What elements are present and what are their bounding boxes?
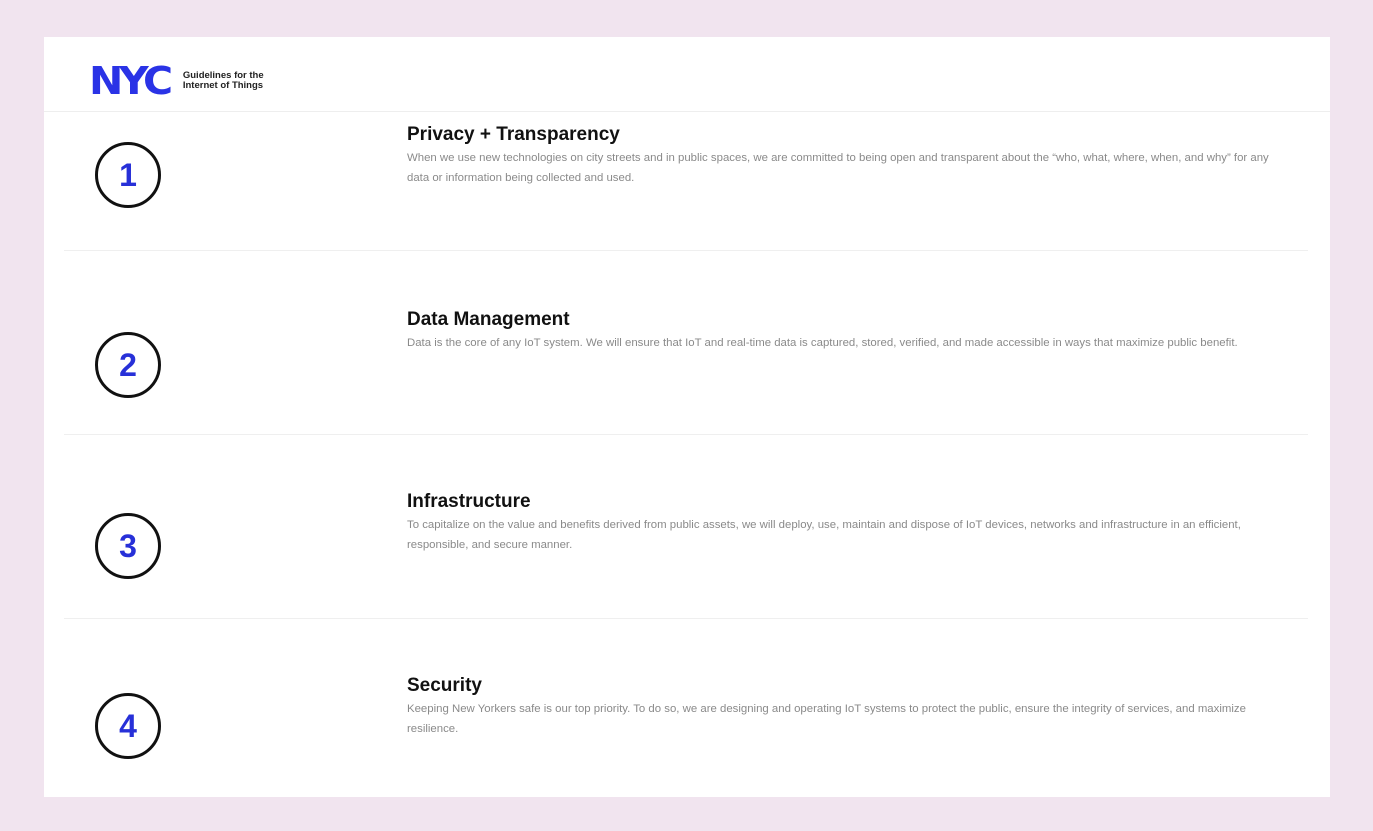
section-title: Data Management xyxy=(407,309,570,330)
section-title: Infrastructure xyxy=(407,491,531,512)
section-description: To capitalize on the value and benefits … xyxy=(407,519,1241,551)
guideline-section-data-management: 2 Data Management Data is the core of an… xyxy=(64,251,1308,435)
guideline-section-infrastructure: 3 Infrastructure To capitalize on the va… xyxy=(64,435,1308,619)
guideline-section-privacy: 1 Privacy + Transparency When we use new… xyxy=(64,112,1308,251)
logo-tagline: Guidelines for the Internet of Things xyxy=(183,71,264,91)
section-title: Privacy + Transparency xyxy=(407,124,620,145)
number-circle-3: 3 xyxy=(95,513,161,579)
guideline-section-security: 4 Security Keeping New Yorkers safe is o… xyxy=(64,619,1308,797)
nyc-logo-mark: NYC xyxy=(89,59,173,103)
number-circle-2: 2 xyxy=(95,332,161,398)
section-description: When we use new technologies on city str… xyxy=(407,152,1269,184)
section-title: Security xyxy=(407,675,482,696)
number-circle-4: 4 xyxy=(95,693,161,759)
section-description: Data is the core of any IoT system. We w… xyxy=(407,337,1238,349)
header: NYC Guidelines for the Internet of Thing… xyxy=(44,37,1330,112)
content-card: NYC Guidelines for the Internet of Thing… xyxy=(44,37,1330,797)
nyc-logo[interactable]: NYC Guidelines for the Internet of Thing… xyxy=(89,62,264,100)
number-circle-1: 1 xyxy=(95,142,161,208)
section-description: Keeping New Yorkers safe is our top prio… xyxy=(407,703,1246,735)
logo-tagline-line2: Internet of Things xyxy=(182,80,264,91)
